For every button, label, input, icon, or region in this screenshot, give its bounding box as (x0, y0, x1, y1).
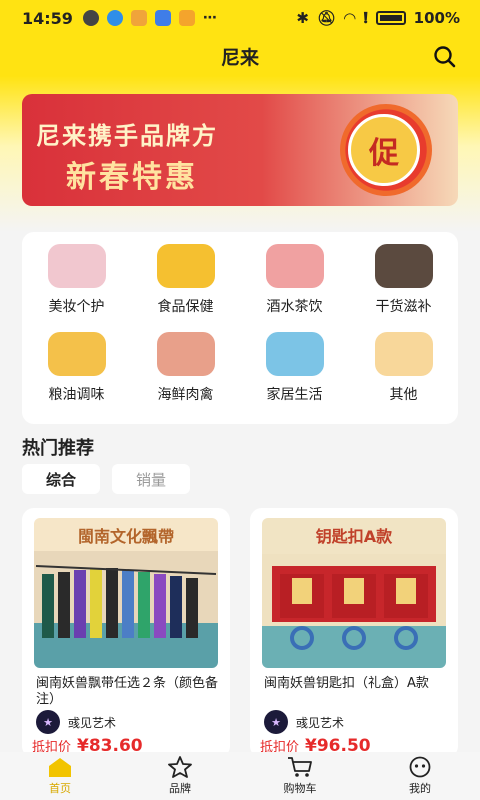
category-item-cosmetics[interactable]: 美妆个护 (22, 232, 131, 316)
grain-oil-icon (47, 332, 106, 376)
banner-headline: 尼来携手品牌方 (36, 122, 218, 150)
product-card[interactable]: 閩南文化飄帶 闽南妖兽飘带任选２条（颜色备注） ★ 彧见艺术 抵扣价 ¥83.6… (22, 508, 230, 758)
bluetooth-icon: ✱ (296, 9, 309, 27)
shop-name: 彧见艺术 (68, 715, 117, 730)
category-label: 其他 (389, 387, 418, 403)
category-grid: 美妆个护 食品保健 酒水茶饮 干货滋补 粮油调味 海鲜肉禽 家居生活 其他 (22, 232, 458, 424)
category-item-home-living[interactable]: 家居生活 (240, 320, 349, 404)
category-label: 美妆个护 (48, 299, 105, 315)
search-icon[interactable] (432, 44, 458, 70)
wifi-icon: ◠ (344, 9, 356, 27)
product-name: 闽南妖兽钥匙扣（礼盒）A款 (264, 676, 429, 691)
wine-icon (265, 244, 324, 288)
tab-home[interactable]: 首页 (0, 752, 120, 800)
promo-banner[interactable]: 尼来携手品牌方 新春特惠 促 (22, 94, 458, 206)
food-health-icon (156, 244, 215, 288)
app-header: 尼来 (0, 36, 480, 76)
category-item-dried-goods[interactable]: 干货滋补 (349, 232, 458, 316)
category-item-wine[interactable]: 酒水茶饮 (240, 232, 349, 316)
home-living-icon (265, 332, 324, 376)
home-icon (49, 758, 71, 777)
dried-goods-icon (374, 244, 433, 288)
category-item-other[interactable]: 其他 (349, 320, 458, 404)
alert-icon: ❗︎ (363, 9, 368, 27)
shop-info[interactable]: ★ 彧见艺术 (264, 710, 344, 734)
status-time: 14:59 (22, 8, 73, 28)
sort-tab-comprehensive[interactable]: 综合 (22, 464, 100, 494)
tab-cart[interactable]: 购物车 (240, 752, 360, 800)
status-bar: 14:59 ⋯ ✱ 🔕︎ ◠ ❗︎ 100% (0, 0, 480, 36)
other-icon (374, 332, 433, 376)
section-title: 热门推荐 (22, 438, 94, 459)
tab-label: 购物车 (283, 782, 317, 795)
ribbon-products-illustration (35, 565, 217, 638)
page-title: 尼来 (220, 46, 259, 69)
category-label: 干货滋补 (375, 299, 432, 315)
cosmetics-icon (47, 244, 106, 288)
cart-icon (288, 757, 312, 777)
shop-name: 彧见艺术 (296, 715, 345, 730)
category-label: 食品保健 (157, 299, 214, 315)
battery-icon (375, 11, 406, 25)
category-item-grain-oil[interactable]: 粮油调味 (22, 320, 131, 404)
category-item-food-health[interactable]: 食品保健 (131, 232, 240, 316)
product-image: 閩南文化飄帶 (34, 518, 218, 668)
tab-label: 我的 (409, 782, 431, 795)
more-notifications-icon: ⋯ (202, 10, 217, 26)
shop-avatar: ★ (264, 710, 288, 734)
product-name: 闽南妖兽飘带任选２条（颜色备注） (36, 676, 219, 707)
product-image: 钥匙扣A款 (262, 518, 446, 668)
category-label: 粮油调味 (48, 387, 105, 403)
category-label: 家居生活 (266, 387, 323, 403)
product-image-title: 閩南文化飄帶 (77, 527, 174, 546)
promo-badge: 促 (348, 114, 420, 186)
category-label: 酒水茶饮 (266, 299, 323, 315)
tab-brand[interactable]: 品牌 (120, 752, 240, 800)
bottom-tab-bar: 首页 品牌 购物车 我的 (0, 752, 480, 800)
smiley-icon (409, 756, 431, 778)
mute-icon: 🔕︎ (316, 9, 337, 27)
tab-label: 品牌 (169, 782, 191, 795)
banner-subheadline: 新春特惠 (66, 160, 198, 195)
battery-percent: 100% (413, 9, 460, 27)
category-item-seafood-meat[interactable]: 海鲜肉禽 (131, 320, 240, 404)
app-notification-icon (106, 10, 123, 26)
product-image-title: 钥匙扣A款 (315, 527, 393, 546)
status-indicators: ✱ 🔕︎ ◠ ❗︎ 100% (296, 9, 460, 27)
star-icon (168, 756, 192, 778)
category-label: 海鲜肉禽 (157, 387, 214, 403)
app-notification-icon (178, 10, 195, 26)
shop-avatar: ★ (36, 710, 60, 734)
tab-mine[interactable]: 我的 (360, 752, 480, 800)
keychain-gift-box-illustration (272, 566, 436, 650)
product-card[interactable]: 钥匙扣A款 闽南妖兽钥匙扣（礼盒）A款 ★ 彧见艺术 抵扣价 ¥96.50 (250, 508, 458, 758)
app-notification-icon (130, 10, 147, 26)
shop-info[interactable]: ★ 彧见艺术 (36, 710, 116, 734)
sort-tab-sales[interactable]: 销量 (112, 464, 190, 494)
tab-label: 首页 (49, 782, 71, 795)
seafood-meat-icon (156, 332, 215, 376)
status-app-icons: ⋯ (82, 10, 217, 26)
app-notification-icon (154, 10, 171, 26)
app-notification-icon (82, 10, 99, 26)
